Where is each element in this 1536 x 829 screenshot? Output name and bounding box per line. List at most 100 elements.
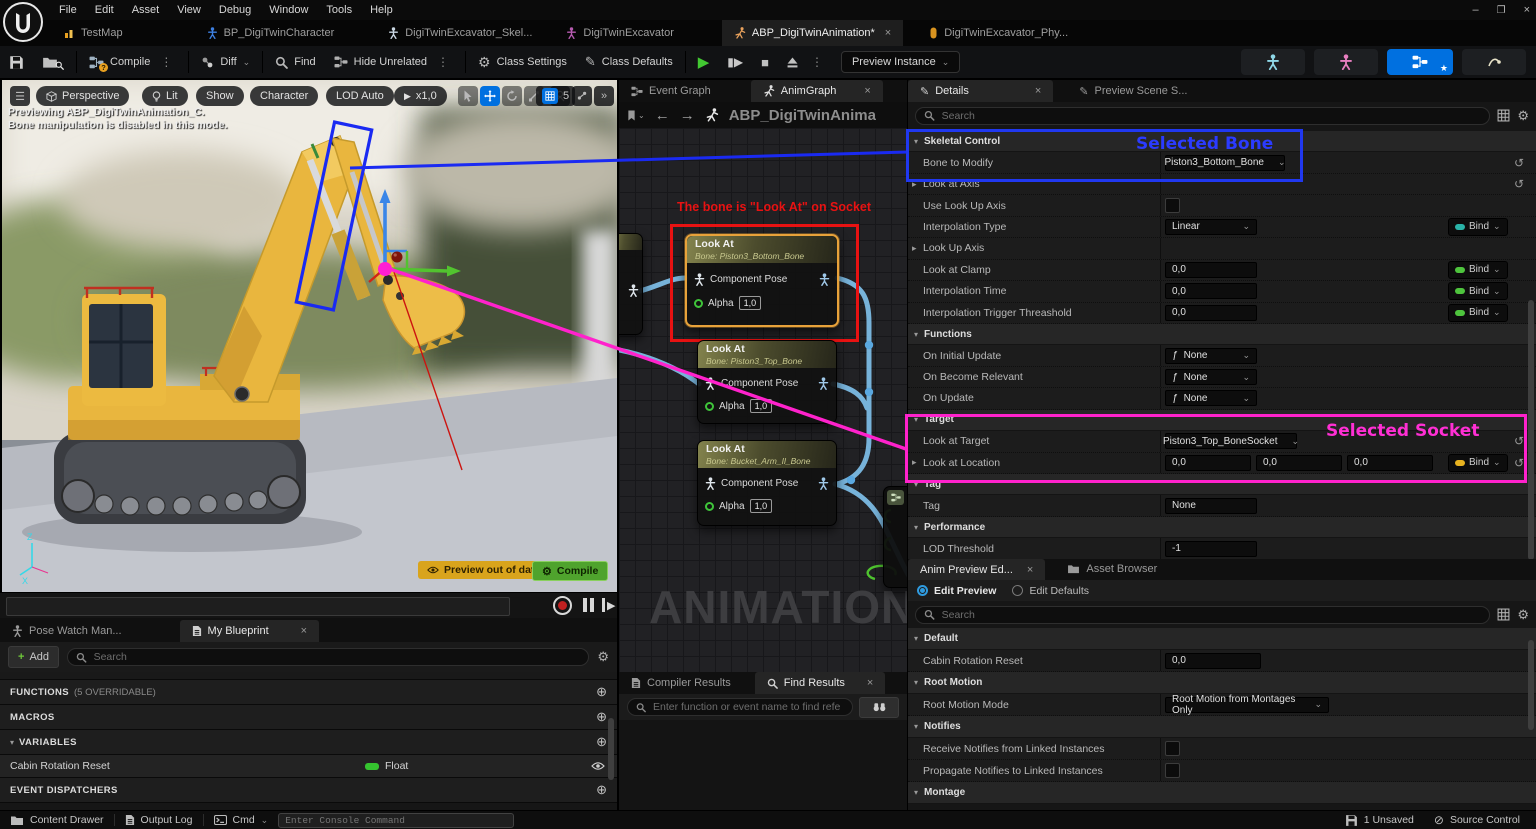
look-at-location-x[interactable]: 0,0 <box>1165 455 1251 471</box>
pose-output-pin[interactable] <box>819 273 830 286</box>
unsaved-button[interactable]: 1 Unsaved <box>1335 811 1424 829</box>
minimize-button[interactable]: – <box>1472 4 1478 16</box>
tab-digitwinexcavator-phy[interactable]: DigiTwinExcavator_Phy... <box>917 20 1080 46</box>
macros-section[interactable]: MACROS ⊕ <box>0 705 617 730</box>
menu-window[interactable]: Window <box>260 0 317 20</box>
show-dropdown[interactable]: Show <box>196 86 244 106</box>
reset-icon[interactable]: ↺ <box>1514 156 1524 170</box>
look-at-node-3[interactable]: Look At Bone: Bucket_Arm_Il_Bone Compone… <box>697 440 837 526</box>
browse-button[interactable] <box>33 46 73 78</box>
viewport-menu-button[interactable]: ☰ <box>10 86 30 106</box>
interpolation-type-dropdown[interactable]: Linear⌄ <box>1165 219 1257 235</box>
display-filter-icon[interactable] <box>1497 608 1510 621</box>
use-look-up-axis-checkbox[interactable] <box>1165 198 1180 213</box>
pose-input-pin[interactable] <box>705 477 716 490</box>
on-initial-update-dropdown[interactable]: ƒNone⌄ <box>1165 348 1257 364</box>
anim-preview-search-input[interactable] <box>940 608 1482 622</box>
variable-row[interactable]: Cabin Rotation Reset Float <box>0 755 617 778</box>
close-button[interactable]: × <box>1524 4 1530 16</box>
eject-button[interactable] <box>778 46 807 78</box>
look-at-target-dropdown[interactable]: Piston3_Top_BoneSocket⌄ <box>1165 433 1297 449</box>
add-dispatcher-icon[interactable]: ⊕ <box>596 782 607 798</box>
section-root-motion[interactable]: ▾Root Motion <box>908 672 1536 694</box>
display-filter-icon[interactable] <box>1497 109 1510 122</box>
propagate-notifies-checkbox[interactable] <box>1165 763 1180 778</box>
reset-icon[interactable]: ↺ <box>1514 434 1524 448</box>
settings-gear-icon[interactable]: ⚙ <box>597 649 609 665</box>
menu-file[interactable]: File <box>50 0 86 20</box>
frame-skip-button[interactable]: ▮▶ <box>718 46 752 78</box>
play-options-icon[interactable]: ⋮ <box>807 55 827 69</box>
tab-bp-digitwincharacter[interactable]: BP_DigiTwinCharacter <box>195 20 347 46</box>
section-functions[interactable]: ▾Functions <box>908 324 1536 345</box>
settings-gear-icon[interactable]: ⚙ <box>1517 108 1529 124</box>
tab-pose-watch-manager[interactable]: Pose Watch Man... <box>0 620 134 642</box>
details-search-input[interactable] <box>940 109 1482 123</box>
find-button[interactable]: Find <box>266 46 324 78</box>
anim-preview-search[interactable] <box>915 606 1490 624</box>
tab-asset-browser[interactable]: Asset Browser <box>1055 558 1169 580</box>
interpolation-trigger-field[interactable]: 0,0 <box>1165 305 1257 321</box>
pose-output-pin[interactable] <box>818 477 829 490</box>
section-performance[interactable]: ▾Performance <box>908 517 1536 538</box>
diff-button[interactable]: Diff⌄ <box>192 46 259 78</box>
details-scrollbar[interactable] <box>1528 300 1534 560</box>
tab-abp-digitwinanimation[interactable]: ABP_DigiTwinAnimation* × <box>722 19 903 46</box>
pose-output-pin[interactable] <box>818 377 829 390</box>
save-button[interactable] <box>0 46 33 78</box>
close-tab-icon[interactable]: × <box>1035 85 1041 97</box>
find-search[interactable] <box>627 698 853 716</box>
root-motion-mode-dropdown[interactable]: Root Motion from Montages Only⌄ <box>1165 697 1329 713</box>
lit-dropdown[interactable]: Lit <box>142 86 188 106</box>
back-arrow-icon[interactable]: ← <box>655 107 670 124</box>
unreal-logo-icon[interactable] <box>2 1 44 43</box>
bind-dropdown[interactable]: Bind⌄ <box>1448 218 1508 236</box>
variables-section[interactable]: ▾ VARIABLES ⊕ <box>0 730 617 755</box>
partial-node-left[interactable] <box>619 233 643 335</box>
look-at-node-1[interactable]: Look At Bone: Piston3_Bottom_Bone Compon… <box>685 234 839 327</box>
mode-mesh-button[interactable] <box>1314 49 1378 75</box>
look-at-location-z[interactable]: 0,0 <box>1347 455 1433 471</box>
add-variable-icon[interactable]: ⊕ <box>596 734 607 750</box>
receive-notifies-checkbox[interactable] <box>1165 741 1180 756</box>
perspective-dropdown[interactable]: Perspective <box>36 86 129 106</box>
animgraph-canvas[interactable]: ANIMATION The bon <box>619 128 907 672</box>
functions-section[interactable]: FUNCTIONS(5 OVERRIDABLE) ⊕ <box>0 680 617 705</box>
tab-testmap[interactable]: TestMap <box>52 20 135 46</box>
add-button[interactable]: +Add <box>8 646 59 668</box>
preview-out-of-date-button[interactable]: Preview out of date <box>418 561 549 579</box>
on-update-dropdown[interactable]: ƒNone⌄ <box>1165 390 1257 406</box>
class-settings-button[interactable]: ⚙ Class Settings <box>469 46 576 78</box>
menu-edit[interactable]: Edit <box>86 0 123 20</box>
bind-dropdown[interactable]: Bind⌄ <box>1448 304 1508 322</box>
alpha-pin[interactable] <box>705 502 714 511</box>
reset-icon[interactable]: ↺ <box>1514 456 1524 470</box>
lod-dropdown[interactable]: LOD Auto <box>326 86 394 106</box>
look-at-location-y[interactable]: 0,0 <box>1256 455 1342 471</box>
close-tab-icon[interactable]: × <box>1027 564 1033 576</box>
event-dispatchers-section[interactable]: EVENT DISPATCHERS ⊕ <box>0 778 617 803</box>
grid-snap-control[interactable]: 5 <box>536 86 575 106</box>
mode-skeleton-button[interactable] <box>1241 49 1305 75</box>
preview-instance-dropdown[interactable]: Preview Instance⌄ <box>841 51 960 73</box>
pose-input-pin[interactable] <box>705 377 716 390</box>
restore-button[interactable]: ❐ <box>1497 5 1506 16</box>
section-notifies[interactable]: ▾Notifies <box>908 716 1536 738</box>
reset-icon[interactable]: ↺ <box>1514 177 1524 191</box>
add-function-icon[interactable]: ⊕ <box>596 684 607 700</box>
section-tag[interactable]: ▾Tag <box>908 474 1536 495</box>
mode-blueprint-button[interactable]: ★ <box>1387 49 1453 75</box>
edit-preview-radio[interactable]: Edit Preview <box>917 585 996 597</box>
visibility-eye-icon[interactable] <box>591 762 605 770</box>
bind-dropdown[interactable]: Bind⌄ <box>1448 454 1508 472</box>
select-tool-button[interactable] <box>458 86 478 106</box>
menu-asset[interactable]: Asset <box>123 0 169 20</box>
close-tab-icon[interactable]: × <box>301 625 307 637</box>
close-tab-icon[interactable]: × <box>885 27 891 39</box>
search-input[interactable] <box>92 650 581 664</box>
my-blueprint-scrollbar[interactable] <box>608 718 614 780</box>
my-blueprint-search[interactable] <box>67 648 589 666</box>
tab-anim-preview-editor[interactable]: Anim Preview Ed... × <box>908 559 1045 580</box>
expand-arrow-icon[interactable]: ▸ <box>912 243 917 254</box>
section-default[interactable]: ▾Default <box>908 628 1536 650</box>
